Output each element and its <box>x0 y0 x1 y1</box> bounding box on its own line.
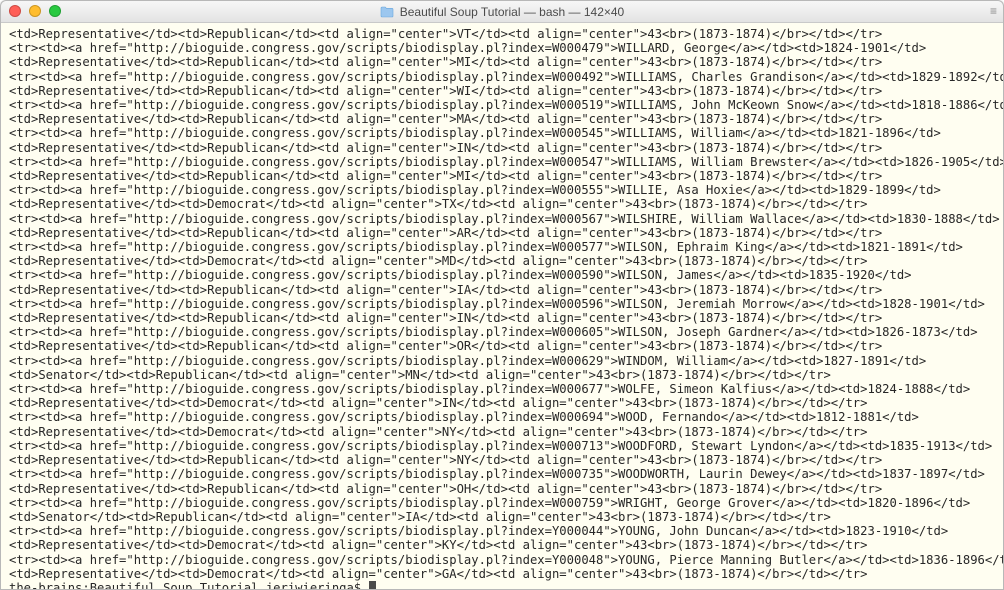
terminal-line: <td>Representative</td><td>Republican</t… <box>9 226 997 240</box>
terminal-line: <tr><td><a href="http://bioguide.congres… <box>9 268 997 282</box>
terminal-line: <tr><td><a href="http://bioguide.congres… <box>9 410 997 424</box>
terminal-line: <td>Representative</td><td>Democrat</td>… <box>9 567 997 581</box>
terminal-line: <td>Representative</td><td>Republican</t… <box>9 141 997 155</box>
terminal-line: <td>Representative</td><td>Republican</t… <box>9 283 997 297</box>
terminal-window: Beautiful Soup Tutorial — bash — 142×40 … <box>0 0 1004 590</box>
window-title: Beautiful Soup Tutorial — bash — 142×40 <box>380 5 624 19</box>
terminal-line: <td>Representative</td><td>Republican</t… <box>9 112 997 126</box>
prompt-text: the-brains:Beautiful Soup Tutorial jeriw… <box>9 581 369 589</box>
minimize-icon[interactable] <box>29 5 41 17</box>
shell-prompt[interactable]: the-brains:Beautiful Soup Tutorial jeriw… <box>9 581 997 589</box>
terminal-line: <td>Representative</td><td>Republican</t… <box>9 311 997 325</box>
terminal-output[interactable]: <td>Representative</td><td>Republican</t… <box>1 23 1003 589</box>
window-title-text: Beautiful Soup Tutorial — bash — 142×40 <box>400 5 624 19</box>
folder-icon <box>380 6 394 18</box>
terminal-line: <tr><td><a href="http://bioguide.congres… <box>9 439 997 453</box>
terminal-line: <td>Representative</td><td>Republican</t… <box>9 55 997 69</box>
terminal-line: <tr><td><a href="http://bioguide.congres… <box>9 467 997 481</box>
terminal-line: <td>Representative</td><td>Republican</t… <box>9 482 997 496</box>
terminal-line: <td>Representative</td><td>Republican</t… <box>9 169 997 183</box>
terminal-line: <tr><td><a href="http://bioguide.congres… <box>9 155 997 169</box>
terminal-line: <td>Representative</td><td>Republican</t… <box>9 339 997 353</box>
terminal-line: <td>Representative</td><td>Republican</t… <box>9 27 997 41</box>
terminal-line: <tr><td><a href="http://bioguide.congres… <box>9 41 997 55</box>
terminal-line: <tr><td><a href="http://bioguide.congres… <box>9 126 997 140</box>
terminal-line: <tr><td><a href="http://bioguide.congres… <box>9 354 997 368</box>
zoom-icon[interactable] <box>49 5 61 17</box>
terminal-line: <td>Representative</td><td>Democrat</td>… <box>9 197 997 211</box>
terminal-line: <tr><td><a href="http://bioguide.congres… <box>9 524 997 538</box>
terminal-line: <tr><td><a href="http://bioguide.congres… <box>9 240 997 254</box>
proxy-icon[interactable]: ≡ <box>990 4 997 18</box>
terminal-line: <tr><td><a href="http://bioguide.congres… <box>9 98 997 112</box>
terminal-line: <tr><td><a href="http://bioguide.congres… <box>9 297 997 311</box>
terminal-line: <td>Representative</td><td>Democrat</td>… <box>9 538 997 552</box>
terminal-line: <tr><td><a href="http://bioguide.congres… <box>9 183 997 197</box>
terminal-line: <td>Representative</td><td>Democrat</td>… <box>9 425 997 439</box>
terminal-line: <tr><td><a href="http://bioguide.congres… <box>9 496 997 510</box>
terminal-line: <td>Senator</td><td>Republican</td><td a… <box>9 510 997 524</box>
cursor-icon <box>369 581 376 589</box>
terminal-line: <td>Representative</td><td>Democrat</td>… <box>9 396 997 410</box>
terminal-line: <td>Senator</td><td>Republican</td><td a… <box>9 368 997 382</box>
terminal-line: <tr><td><a href="http://bioguide.congres… <box>9 325 997 339</box>
close-icon[interactable] <box>9 5 21 17</box>
terminal-line: <tr><td><a href="http://bioguide.congres… <box>9 70 997 84</box>
terminal-line: <tr><td><a href="http://bioguide.congres… <box>9 553 997 567</box>
terminal-line: <td>Representative</td><td>Democrat</td>… <box>9 254 997 268</box>
terminal-line: <tr><td><a href="http://bioguide.congres… <box>9 212 997 226</box>
terminal-line: <td>Representative</td><td>Republican</t… <box>9 453 997 467</box>
terminal-line: <tr><td><a href="http://bioguide.congres… <box>9 382 997 396</box>
traffic-lights <box>9 5 61 17</box>
terminal-line: <td>Representative</td><td>Republican</t… <box>9 84 997 98</box>
titlebar[interactable]: Beautiful Soup Tutorial — bash — 142×40 … <box>1 1 1003 23</box>
